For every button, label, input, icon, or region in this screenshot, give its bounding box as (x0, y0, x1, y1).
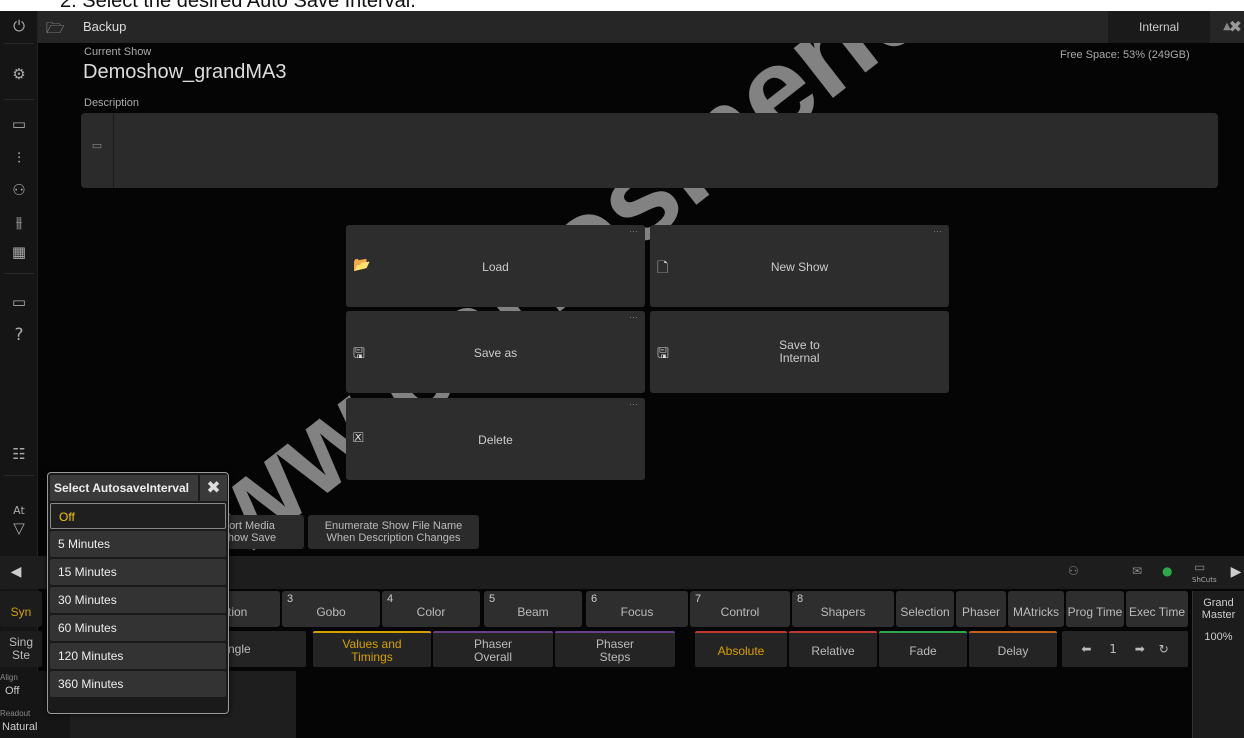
option-30-minutes[interactable]: 30 Minutes (50, 587, 226, 613)
option-60-minutes[interactable]: 60 Minutes (50, 615, 226, 641)
delay-button[interactable]: Delay (969, 631, 1057, 667)
sidebar-divider (4, 273, 34, 274)
grand-master-fader[interactable]: Grand Master 100% (1192, 591, 1244, 738)
align-value[interactable]: Off (5, 685, 19, 697)
filter-icon[interactable]: ▽ (0, 519, 38, 537)
align-label: Align (0, 673, 18, 682)
current-show-label: Current Show (84, 46, 152, 58)
phaser-steps-button[interactable]: Phaser Steps (555, 631, 675, 667)
mail-icon[interactable]: ✉ (1132, 564, 1142, 578)
show-name: Demoshow_grandMA3 (83, 61, 287, 83)
fade-button[interactable]: Fade (879, 631, 967, 667)
phaser-button[interactable]: Phaser (956, 591, 1006, 627)
option-120-minutes[interactable]: 120 Minutes (50, 643, 226, 669)
more-icon: ··· (629, 399, 638, 409)
globe-icon[interactable]: ● (1162, 564, 1172, 578)
arrow-left-icon[interactable]: ⬅ (1081, 642, 1091, 656)
readout-label: Readout (0, 709, 31, 718)
preset-beam[interactable]: 5 Beam (484, 591, 582, 627)
sync-button[interactable]: Syn (0, 591, 42, 627)
gear-icon[interactable]: ⚙ (0, 65, 38, 83)
autosave-interval-popup: Select AutosaveInterval ✖ Off 5 Minutes … (47, 472, 229, 714)
arrow-right-icon[interactable]: ➡ (1135, 642, 1145, 656)
preset-shapers[interactable]: 8 Shapers (792, 591, 894, 627)
group-icon[interactable]: ⚇ (0, 181, 38, 199)
description-field[interactable]: ▭ (81, 113, 1218, 188)
keyboard-icon[interactable]: ▭ (81, 113, 114, 188)
backup-folder-icon: 🗁 (46, 19, 65, 37)
preset-gobo[interactable]: 3 Gobo (282, 591, 380, 627)
monitor-icon[interactable]: ▭ (0, 293, 38, 311)
title-bar: 🗁 Backup Internal ▲ ✖ (38, 11, 1244, 43)
preset-control[interactable]: 7 Control (690, 591, 790, 627)
step-reset-icon[interactable]: ↻ (1159, 642, 1169, 656)
network-icon[interactable]: ⚇ (1068, 564, 1079, 578)
prog-time-button[interactable]: Prog Time (1066, 591, 1124, 627)
close-icon[interactable]: ✖ (200, 475, 227, 501)
step-control: ⬅ 1 ➡ ↻ (1062, 631, 1188, 667)
scroll-left-icon[interactable]: ◀ (0, 556, 32, 589)
at-label[interactable]: At (0, 504, 38, 517)
option-15-minutes[interactable]: 15 Minutes (50, 559, 226, 585)
sidebar-divider (4, 99, 34, 100)
preset-color[interactable]: 4 Color (382, 591, 480, 627)
scroll-right-icon[interactable]: ▶ (1228, 556, 1244, 589)
more-icon: ··· (629, 226, 638, 236)
layout-icon[interactable]: ▭ (0, 115, 38, 133)
help-icon[interactable]: ? (0, 325, 38, 345)
shortcuts-label[interactable]: ShCuts (1192, 576, 1217, 584)
free-space: Free Space: 53% (249GB) (1060, 49, 1190, 61)
load-button[interactable]: 📂 Load ··· (346, 225, 645, 307)
sidebar-divider (4, 475, 34, 476)
absolute-button[interactable]: Absolute (695, 631, 787, 667)
relative-button[interactable]: Relative (789, 631, 877, 667)
keyboard-icon[interactable]: ▭ (1194, 560, 1205, 574)
save-to-internal-button[interactable]: 🖫 Save to Internal (650, 311, 949, 393)
matricks-button[interactable]: MAtricks (1008, 591, 1064, 627)
option-5-minutes[interactable]: 5 Minutes (50, 531, 226, 557)
more-icon: ··· (629, 312, 638, 322)
more-icon: ··· (933, 226, 942, 236)
save-as-button[interactable]: 🖫 Save as ··· (346, 311, 645, 393)
readout-value[interactable]: Natural (2, 721, 37, 733)
power-icon[interactable]: ⏻ (0, 17, 38, 35)
preset-focus[interactable]: 6 Focus (586, 591, 688, 627)
selection-button[interactable]: Selection (896, 591, 954, 627)
description-label: Description (84, 97, 140, 109)
keyboard-icon[interactable]: ▦ (0, 243, 38, 261)
window-title: Backup (83, 19, 127, 34)
values-and-timings-button[interactable]: Values and Timings (313, 631, 431, 667)
delete-button[interactable]: 🗵 Delete ··· (346, 398, 645, 480)
settings-list-icon[interactable]: ☷ (0, 445, 38, 463)
internal-drive-tab[interactable]: Internal (1108, 11, 1210, 43)
close-icon[interactable]: ✖ (1216, 11, 1244, 43)
phaser-overall-button[interactable]: Phaser Overall (433, 631, 553, 667)
instruction-text: 2. Select the desired Auto Save Interval… (60, 0, 416, 12)
new-show-button[interactable]: 🗋 New Show ··· (650, 225, 949, 307)
grand-master-value: 100% (1204, 631, 1233, 643)
enumerate-show-file-name-toggle[interactable]: Enumerate Show File Name When Descriptio… (308, 515, 479, 549)
fader-icon[interactable]: ⫶ (0, 149, 38, 167)
step-value: 1 (1109, 642, 1117, 656)
popup-title: Select AutosaveInterval (50, 475, 198, 501)
single-step-button[interactable]: Sing Ste (0, 631, 42, 667)
option-360-minutes[interactable]: 360 Minutes (50, 671, 226, 697)
option-off[interactable]: Off (50, 503, 226, 529)
mixer-icon[interactable]: ⫵ (0, 213, 38, 231)
sidebar-divider (4, 43, 34, 44)
exec-time-button[interactable]: Exec Time (1126, 591, 1188, 627)
